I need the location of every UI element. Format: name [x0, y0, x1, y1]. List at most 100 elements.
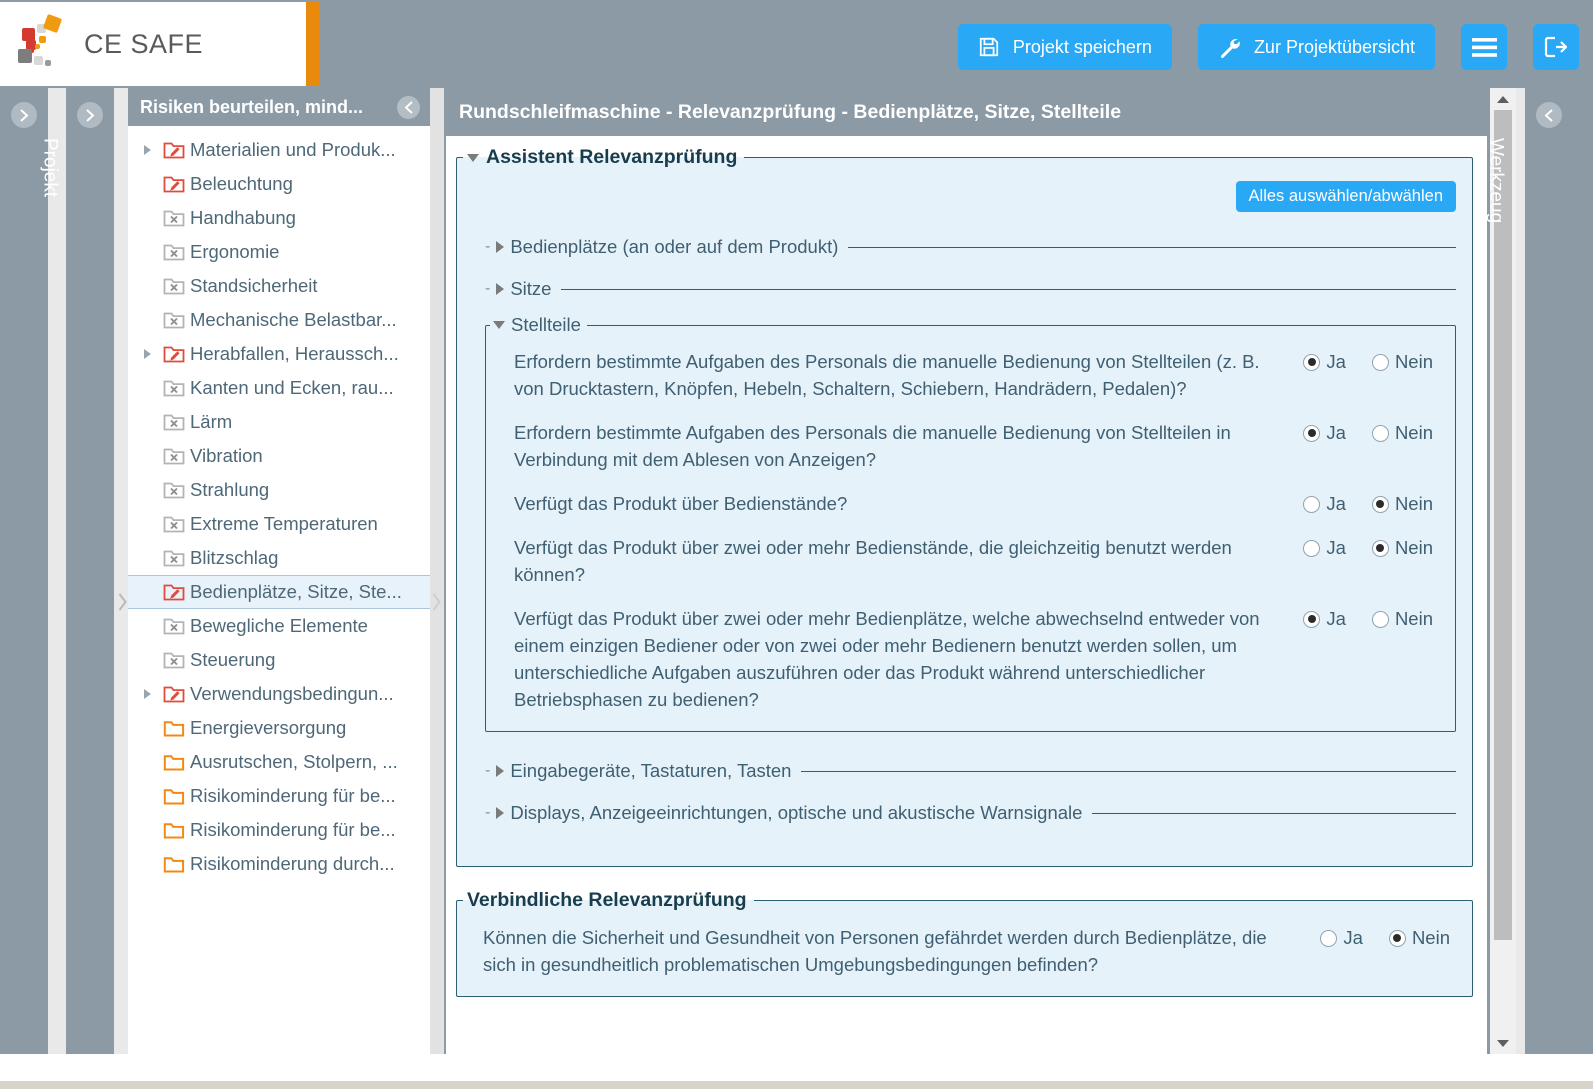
logout-button[interactable] — [1533, 24, 1579, 70]
answer-label: Nein — [1411, 927, 1450, 948]
tree-item[interactable]: Bedienplätze, Sitze, Ste... — [128, 575, 430, 609]
tree-item[interactable]: Energieversorgung — [128, 711, 430, 745]
splitter-4[interactable] — [1516, 88, 1525, 1054]
group-sitze[interactable]: - Sitze — [485, 268, 1456, 310]
project-overview-button[interactable]: Zur Projektübersicht — [1197, 24, 1435, 70]
tree-item[interactable]: Kanten und Ecken, rau... — [128, 371, 430, 405]
tree-item-icon-wrap — [158, 446, 190, 466]
question-text: Verfügt das Produkt über zwei oder mehr … — [514, 537, 1232, 585]
sidebar-tab-werkzeug[interactable]: Werkzeug — [1485, 88, 1573, 1054]
question-text: Verfügt das Produkt über Bedienstände? — [514, 493, 848, 514]
radio-ja-icon[interactable] — [1303, 610, 1321, 628]
answer-option-nein[interactable]: Nein — [1388, 927, 1450, 949]
expand-triangle-right-icon[interactable] — [496, 241, 505, 253]
answer-option-nein[interactable]: Nein — [1371, 537, 1433, 559]
tree-item-label: Risikominderung für be... — [190, 785, 396, 806]
sidebar-tab-zentrale[interactable]: Zentrale — [0, 88, 48, 1054]
answer-option-nein[interactable]: Nein — [1371, 351, 1433, 373]
tree-expand-toggle[interactable] — [136, 145, 158, 155]
tree-item[interactable]: Vibration — [128, 439, 430, 473]
answer-label: Ja — [1343, 927, 1363, 948]
expand-triangle-right-icon[interactable] — [496, 283, 505, 295]
tree-item-label: Verwendungsbedingun... — [190, 683, 394, 704]
radio-nein-icon[interactable] — [1371, 424, 1389, 442]
tree-item-icon-wrap — [158, 854, 190, 874]
tree-item[interactable]: Verwendungsbedingun... — [128, 677, 430, 711]
question-row: Verfügt das Produkt über zwei oder mehr … — [514, 605, 1433, 713]
radio-nein-icon[interactable] — [1371, 495, 1389, 513]
expand-triangle-right-icon[interactable] — [496, 765, 505, 777]
radio-ja-icon[interactable] — [1303, 424, 1321, 442]
collapse-triangle-down-icon[interactable] — [467, 153, 479, 162]
sidebar-tab-projekt[interactable]: Projekt — [39, 88, 114, 1054]
chevron-left-icon — [1536, 102, 1562, 128]
expand-triangle-right-icon[interactable] — [496, 807, 505, 819]
save-project-button[interactable]: Projekt speichern — [957, 24, 1172, 70]
tree-item[interactable]: Standsicherheit — [128, 269, 430, 303]
tree-item[interactable]: Materialien und Produk... — [128, 133, 430, 167]
scroll-up-button[interactable] — [1490, 88, 1516, 110]
tree-item[interactable]: Risikominderung durch... — [128, 847, 430, 881]
tree-item[interactable]: Herabfallen, Heraussch... — [128, 337, 430, 371]
tree-expand-toggle[interactable] — [136, 689, 158, 699]
collapse-triangle-down-icon[interactable] — [493, 321, 505, 329]
tree-item[interactable]: Risikominderung für be... — [128, 813, 430, 847]
answer-option-nein[interactable]: Nein — [1371, 608, 1433, 630]
tree-item[interactable]: Ergonomie — [128, 235, 430, 269]
radio-ja-icon[interactable] — [1303, 539, 1321, 557]
radio-nein-icon[interactable] — [1371, 610, 1389, 628]
answer-option-ja[interactable]: Ja — [1303, 422, 1346, 444]
answer-option-nein[interactable]: Nein — [1371, 422, 1433, 444]
edit-folder-icon — [163, 582, 185, 602]
group-rule — [801, 770, 1456, 772]
tree-item-label: Vibration — [190, 445, 263, 466]
radio-nein-icon[interactable] — [1371, 539, 1389, 557]
splitter-1[interactable] — [48, 88, 66, 1054]
tree-item[interactable]: Beleuchtung — [128, 167, 430, 201]
x-folder-icon — [163, 412, 185, 432]
answer-option-ja[interactable]: Ja — [1303, 493, 1346, 515]
tree-item[interactable]: Lärm — [128, 405, 430, 439]
tree-item[interactable]: Bewegliche Elemente — [128, 609, 430, 643]
tree-item[interactable]: Mechanische Belastbar... — [128, 303, 430, 337]
scroll-down-button[interactable] — [1490, 1032, 1516, 1054]
main-vertical-scrollbar[interactable] — [1490, 88, 1516, 1054]
tree-item[interactable]: Blitzschlag — [128, 541, 430, 575]
tree-item[interactable]: Handhabung — [128, 201, 430, 235]
question-text: Können die Sicherheit und Gesundheit von… — [483, 927, 1267, 975]
hamburger-menu-button[interactable] — [1461, 24, 1507, 70]
answer-option-ja[interactable]: Ja — [1320, 927, 1363, 949]
splitter-3[interactable] — [430, 88, 444, 1054]
radio-ja-icon[interactable] — [1303, 495, 1321, 513]
group-displays[interactable]: - Displays, Anzeigeeinrichtungen, optisc… — [485, 792, 1456, 834]
answer-option-nein[interactable]: Nein — [1371, 493, 1433, 515]
group-stellteile-legend: Stellteile — [490, 314, 587, 336]
answer-option-ja[interactable]: Ja — [1303, 608, 1346, 630]
tree-item-icon-wrap — [158, 208, 190, 228]
tree-item[interactable]: Ausrutschen, Stolpern, ... — [128, 745, 430, 779]
tree-item-label: Kanten und Ecken, rau... — [190, 377, 394, 398]
scrollbar-thumb[interactable] — [1494, 110, 1512, 940]
x-folder-icon — [163, 378, 185, 398]
chevron-right-icon — [118, 593, 128, 616]
question-text: Erfordern bestimmte Aufgaben des Persona… — [514, 422, 1231, 470]
answer-option-ja[interactable]: Ja — [1303, 537, 1346, 559]
tree-item-label: Risikominderung für be... — [190, 819, 396, 840]
group-bedienplaetze[interactable]: - Bedienplätze (an oder auf dem Produkt) — [485, 226, 1456, 268]
chevron-right-icon — [77, 102, 103, 128]
answer-option-ja[interactable]: Ja — [1303, 351, 1346, 373]
tree-item[interactable]: Steuerung — [128, 643, 430, 677]
ce-safe-logo-icon — [18, 13, 74, 72]
tree-item[interactable]: Extreme Temperaturen — [128, 507, 430, 541]
select-all-button[interactable]: Alles auswählen/abwählen — [1235, 181, 1456, 212]
tree-item[interactable]: Risikominderung für be... — [128, 779, 430, 813]
stellteile-question-list: Erfordern bestimmte Aufgaben des Persona… — [486, 336, 1455, 731]
tree-collapse-button[interactable] — [397, 95, 420, 119]
group-eingabegeraete[interactable]: - Eingabegeräte, Tastaturen, Tasten — [485, 750, 1456, 792]
radio-nein-icon[interactable] — [1388, 929, 1406, 947]
tree-item[interactable]: Strahlung — [128, 473, 430, 507]
tree-expand-toggle[interactable] — [136, 349, 158, 359]
radio-ja-icon[interactable] — [1303, 353, 1321, 371]
radio-ja-icon[interactable] — [1320, 929, 1338, 947]
radio-nein-icon[interactable] — [1371, 353, 1389, 371]
